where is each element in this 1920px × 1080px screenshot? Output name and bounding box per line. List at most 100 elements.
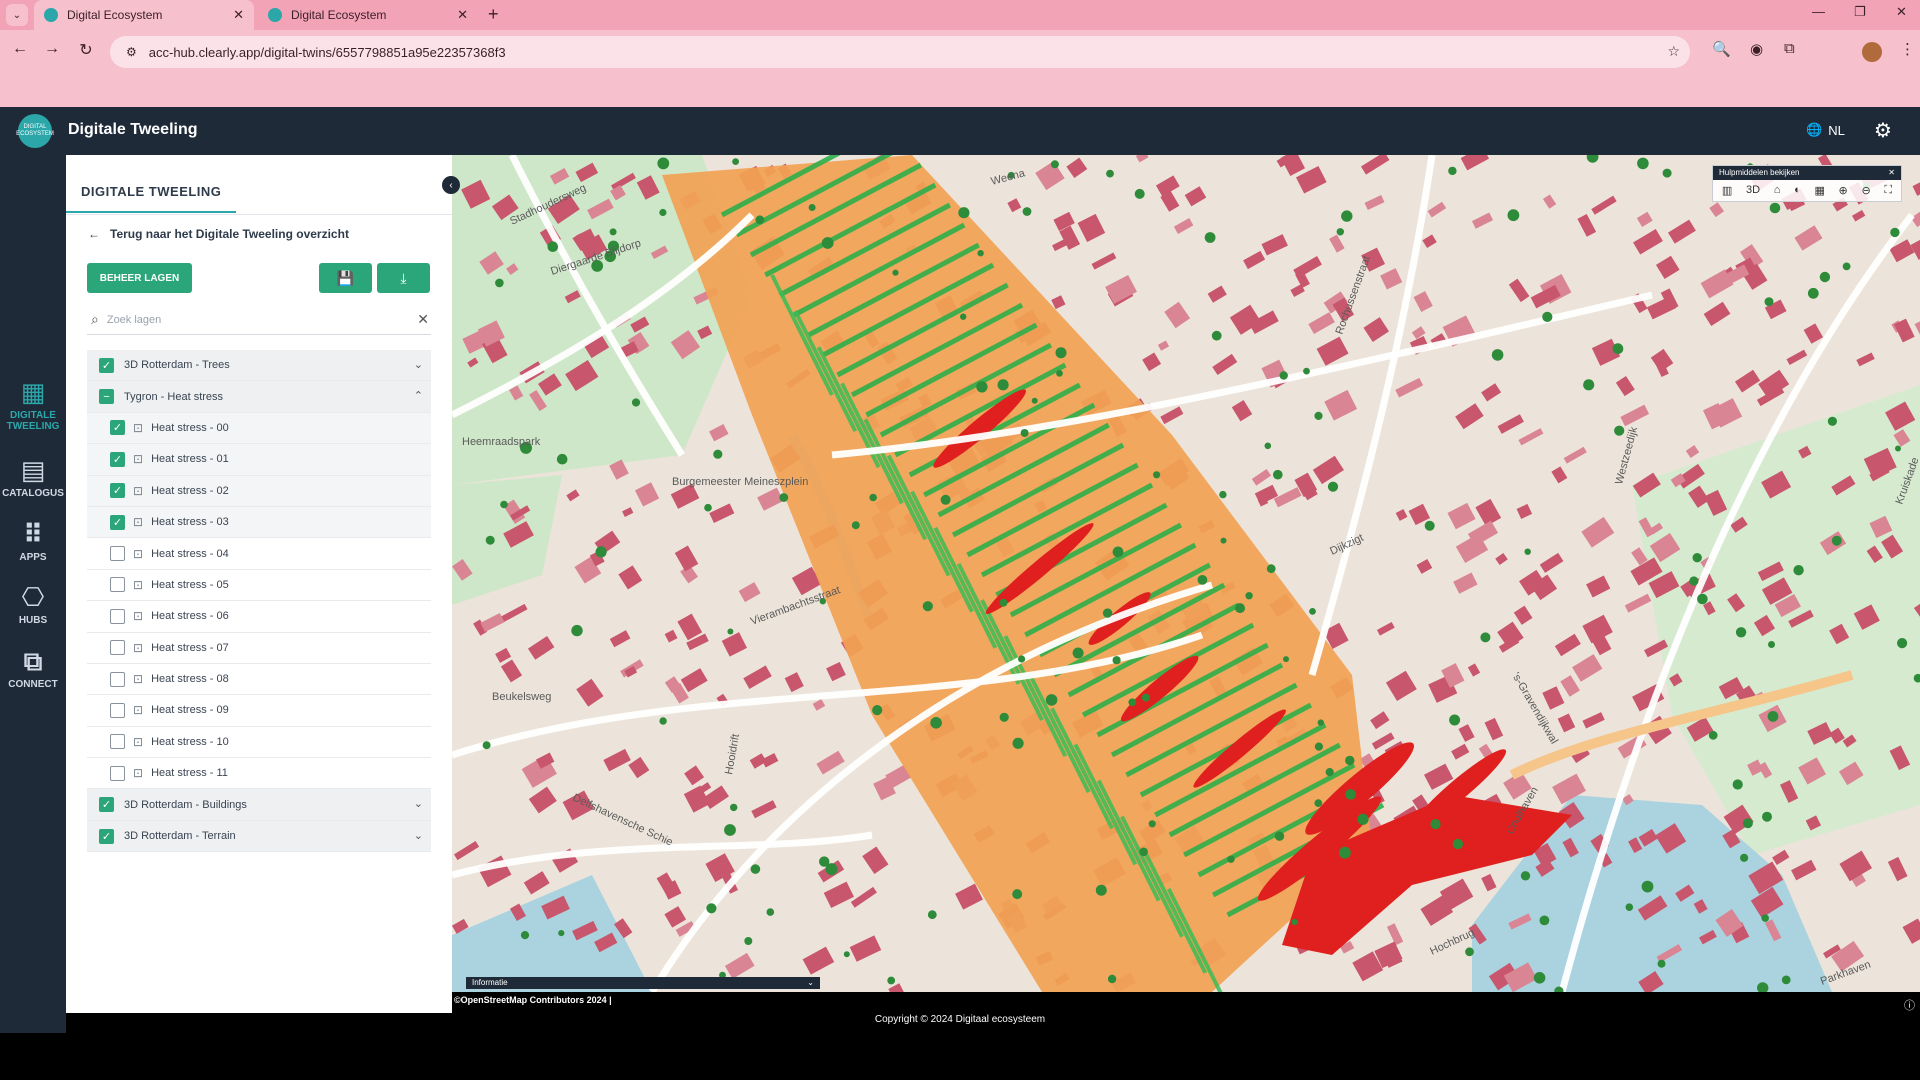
tree [1793,565,1804,576]
info-toggle-icon[interactable]: ⌄ [807,978,814,988]
map-viewport[interactable]: Stadhoudersweg Diergaarde Blijdorp Weena Bu… [452,155,1920,992]
layer-checkbox[interactable]: ✓ [99,357,114,373]
tab-close-icon[interactable]: ✕ [457,7,468,23]
puzzle-icon[interactable]: ⧉ [1784,40,1795,57]
compass-icon[interactable]: ◐ [1794,184,1801,197]
layer-checkbox[interactable]: ✓ [110,514,125,530]
layer-group-row[interactable]: ✓ 3D Rotterdam - Buildings ⌄ [87,789,431,821]
layer-checkbox[interactable]: ✓ [110,483,125,499]
profile-avatar[interactable] [1862,42,1882,62]
tab-digital-ecosystem-1[interactable]: Digital Ecosystem ✕ [34,0,254,30]
browser-menu-icon[interactable]: ⋮ [1900,40,1915,58]
settings-gear-icon[interactable]: ⚙ [1874,118,1892,143]
layer-checkbox[interactable] [110,546,125,562]
layer-row[interactable]: ✓ ⊡ Heat stress - 02 [87,475,431,507]
zoom-icon[interactable]: 🔍 [1712,40,1731,58]
tree [1336,228,1344,236]
save-icon: 💾 [336,269,355,286]
tree [976,381,988,393]
reload-button[interactable]: ↻ [74,40,98,60]
save-button[interactable]: 💾 [319,263,372,293]
layer-row[interactable]: ⊡ Heat stress - 08 [87,663,431,696]
map-canvas[interactable]: StadhouderswegDiergaarde BlijdorpWeenaBu… [452,155,1920,992]
minimize-button[interactable]: — [1812,4,1825,19]
back-button[interactable]: ← [8,40,32,58]
layer-checkbox[interactable] [110,671,125,687]
layer-checkbox[interactable]: ✓ [110,451,125,467]
download-button[interactable]: ⤓ [377,263,430,293]
layer-row[interactable]: ✓ ⊡ Heat stress - 00 [87,412,431,445]
tab-digitale-tweeling[interactable]: DIGITALE TWEELING [66,175,237,213]
info-circle-icon[interactable]: ⓘ [1904,997,1915,1013]
language-switch[interactable]: 🌐 NL [1806,122,1845,138]
chevron-down-icon[interactable]: ⌄ [414,797,423,810]
tree [1831,535,1842,546]
3d-toggle-icon[interactable]: 3D [1746,184,1760,197]
tree [1842,262,1851,271]
chevron-down-icon[interactable]: ⌄ [414,829,423,842]
layer-group-row[interactable]: − Tygron - Heat stress ⌃ [87,381,431,413]
zoom-out-icon[interactable]: ⊖ [1861,184,1870,197]
layer-group-row[interactable]: ✓ 3D Rotterdam - Terrain ⌄ [87,820,431,853]
connect-icon: ⧉ [23,646,43,676]
extension-icon[interactable]: ◉ [1750,40,1763,58]
tree [1072,647,1084,659]
layer-checkbox[interactable] [110,640,125,656]
rail-item-digitale-tweeling[interactable]: ▦ DIGITALE TWEELING [0,377,66,432]
tree [1264,442,1272,450]
chevron-down-icon[interactable]: ⌄ [414,358,423,371]
chevron-up-icon[interactable]: ⌃ [414,389,423,402]
layer-row[interactable]: ✓ ⊡ Heat stress - 03 [87,506,431,539]
app-logo[interactable]: DIGITAL ECOSYSTEM [16,114,54,148]
site-info-icon[interactable]: ⚙ [126,45,137,59]
layer-search[interactable]: ⌕ Zoek lagen ✕ [87,305,431,335]
rail-label: DIGITALE [10,410,56,421]
layer-row[interactable]: ✓ ⊡ Heat stress - 01 [87,444,431,476]
rail-item-connect[interactable]: ⧉ CONNECT [0,646,66,690]
measure-icon[interactable]: ▦ [1814,184,1824,197]
forward-button[interactable]: → [40,40,64,58]
tab-list-button[interactable]: ⌄ [6,4,28,26]
rail-item-apps[interactable]: ⠿ APPS [0,519,66,563]
layer-row[interactable]: ⊡ Heat stress - 06 [87,601,431,633]
window-close-button[interactable]: ✕ [1896,4,1907,20]
tree [1692,553,1702,563]
rail-item-hubs[interactable]: ⎔ HUBS [0,582,66,626]
layer-checkbox[interactable]: − [99,389,114,405]
tree [730,803,738,812]
address-bar[interactable]: ⚙ acc-hub.clearly.app/digital-twins/6557… [110,36,1690,68]
bookmark-star-icon[interactable]: ☆ [1667,43,1680,60]
layer-row[interactable]: ⊡ Heat stress - 09 [87,695,431,727]
layers-view-icon[interactable]: ▥ [1722,184,1732,197]
home-icon[interactable]: ⌂ [1774,184,1781,197]
layer-checkbox[interactable] [110,577,125,593]
maximize-button[interactable]: ❐ [1854,4,1866,20]
zoom-in-icon[interactable]: ⊕ [1839,184,1848,197]
layer-checkbox[interactable]: ✓ [110,420,125,436]
layer-checkbox[interactable]: ✓ [99,797,114,813]
layer-row[interactable]: ⊡ Heat stress - 04 [87,538,431,570]
search-input[interactable]: Zoek lagen [107,314,161,326]
layer-row[interactable]: ⊡ Heat stress - 07 [87,632,431,664]
tree [704,503,712,512]
manage-layers-button[interactable]: BEHEER LAGEN [87,263,192,293]
rail-item-catalogus[interactable]: ▤ CATALOGUS [0,455,66,499]
layer-checkbox[interactable] [110,765,125,781]
layer-checkbox[interactable] [110,734,125,750]
tab-digital-ecosystem-2[interactable]: Digital Ecosystem ✕ [258,0,478,30]
layer-checkbox[interactable]: ✓ [99,828,114,844]
info-bar[interactable]: Informatie ⌄ [466,977,820,989]
layer-row[interactable]: ⊡ Heat stress - 10 [87,726,431,759]
new-tab-button[interactable]: + [488,4,499,24]
clear-search-icon[interactable]: ✕ [417,311,429,328]
collapse-panel-button[interactable]: ‹ [442,176,460,194]
layer-checkbox[interactable] [110,608,125,624]
layer-group-row[interactable]: ✓ 3D Rotterdam - Trees ⌄ [87,350,431,382]
layer-checkbox[interactable] [110,702,125,718]
tab-close-icon[interactable]: ✕ [233,7,244,23]
layer-row[interactable]: ⊡ Heat stress - 05 [87,569,431,602]
view-tools-close-icon[interactable]: ✕ [1888,168,1895,178]
layer-row[interactable]: ⊡ Heat stress - 11 [87,758,431,790]
back-to-overview-link[interactable]: ← Terug naar het Digitale Tweeling overz… [88,227,349,241]
fullscreen-icon[interactable]: ⛶ [1884,184,1892,197]
